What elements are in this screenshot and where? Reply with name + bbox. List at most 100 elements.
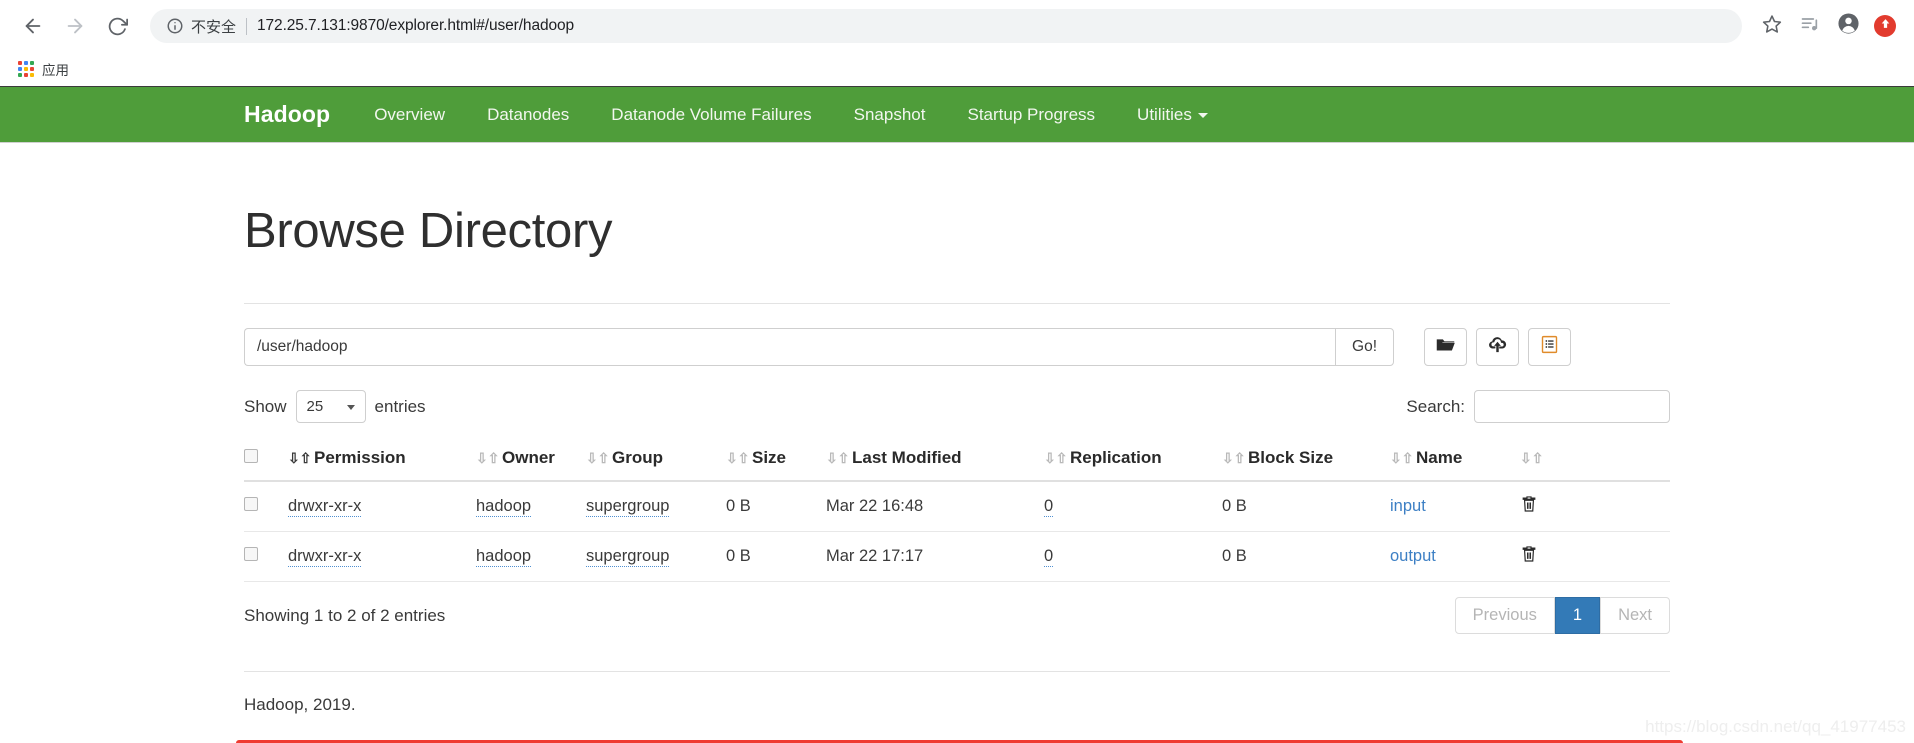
permission-value[interactable]: drwxr-xr-x: [288, 497, 362, 517]
arrow-right-icon: [64, 15, 86, 37]
row-checkbox[interactable]: [244, 547, 258, 561]
pagination-next[interactable]: Next: [1600, 597, 1670, 634]
column-header-last-modified[interactable]: ⇩⇧ Last Modified: [826, 440, 1044, 482]
search-label: Search:: [1406, 396, 1465, 416]
cell-last-modified: Mar 22 17:17: [826, 531, 1044, 582]
playlist-button[interactable]: [1792, 8, 1828, 44]
table-row[interactable]: drwxr-xr-x hadoop supergroup 0 B Mar 22 …: [244, 481, 1670, 532]
nav-item-datanodes[interactable]: Datanodes: [487, 105, 569, 125]
show-entries-control: Show 25 entries: [244, 390, 426, 423]
upload-files-icon: [1487, 334, 1508, 360]
column-header-size[interactable]: ⇩⇧ Size: [726, 440, 826, 482]
replication-value[interactable]: 0: [1044, 497, 1054, 517]
search-input[interactable]: [1474, 390, 1670, 423]
path-input[interactable]: [244, 328, 1336, 366]
select-all-checkbox[interactable]: [244, 449, 258, 463]
owner-value[interactable]: hadoop: [476, 497, 532, 517]
sort-icon: ⇩⇧: [586, 450, 610, 466]
column-header-block-size[interactable]: ⇩⇧ Block Size: [1222, 440, 1390, 482]
address-bar[interactable]: 不安全 172.25.7.131:9870/explorer.html#/use…: [150, 9, 1742, 43]
file-name-link[interactable]: output: [1390, 547, 1436, 565]
nav-item-utilities-label: Utilities: [1137, 104, 1192, 124]
pagination-previous[interactable]: Previous: [1454, 597, 1555, 634]
hadoop-navbar: Hadoop Overview Datanodes Datanode Volum…: [0, 86, 1914, 143]
cell-owner: hadoop: [476, 481, 586, 532]
group-value[interactable]: supergroup: [586, 547, 670, 567]
row-select-cell[interactable]: [244, 481, 288, 532]
column-header-actions[interactable]: ⇩⇧: [1520, 440, 1670, 482]
back-button[interactable]: [14, 7, 52, 45]
table-header-row: ⇩⇧ Permission ⇩⇧ Owner ⇩⇧ Group ⇩⇧ Size ⇩⇧ La…: [244, 440, 1670, 482]
pagination-page-1[interactable]: 1: [1554, 597, 1601, 634]
show-label: Show: [244, 396, 287, 416]
url-text: 172.25.7.131:9870/explorer.html#/user/ha…: [257, 17, 575, 34]
showing-entries-text: Showing 1 to 2 of 2 entries: [244, 605, 446, 625]
star-icon: [1762, 14, 1782, 39]
path-input-group: Go!: [244, 328, 1394, 366]
entries-select-wrapper: 25: [295, 390, 366, 423]
owner-value[interactable]: hadoop: [476, 547, 532, 567]
create-directory-icon: [1435, 334, 1456, 360]
extension-button[interactable]: [1874, 15, 1896, 37]
sort-asc-icon: ⇩⇧: [288, 450, 312, 466]
bookmark-apps-label[interactable]: 应用: [42, 59, 69, 79]
cell-last-modified: Mar 22 16:48: [826, 481, 1044, 532]
select-all-header[interactable]: [244, 440, 288, 482]
entries-select[interactable]: 25: [295, 390, 366, 423]
nav-item-overview[interactable]: Overview: [374, 105, 445, 125]
directory-action-buttons: [1424, 328, 1571, 366]
sort-icon: ⇩⇧: [476, 450, 500, 466]
row-checkbox[interactable]: [244, 497, 258, 511]
nav-item-utilities[interactable]: Utilities: [1137, 105, 1208, 125]
info-circle-icon[interactable]: [166, 17, 184, 35]
cell-replication: 0: [1044, 481, 1222, 532]
cell-owner: hadoop: [476, 531, 586, 582]
cell-size: 0 B: [726, 481, 826, 532]
account-avatar-icon: [1837, 12, 1860, 40]
go-button[interactable]: Go!: [1335, 328, 1394, 366]
cell-block-size: 0 B: [1222, 531, 1390, 582]
security-status-label: 不安全: [191, 18, 237, 36]
sort-icon: ⇩⇧: [1390, 450, 1414, 466]
create-directory-button[interactable]: [1424, 328, 1467, 366]
column-header-owner[interactable]: ⇩⇧ Owner: [476, 440, 586, 482]
column-header-owner-label: Owner: [502, 448, 555, 467]
table-row[interactable]: drwxr-xr-x hadoop supergroup 0 B Mar 22 …: [244, 531, 1670, 582]
table-footer: Showing 1 to 2 of 2 entries Previous 1 N…: [244, 597, 1670, 634]
nav-item-snapshot[interactable]: Snapshot: [854, 105, 926, 125]
browser-chrome: 不安全 172.25.7.131:9870/explorer.html#/use…: [0, 0, 1914, 86]
profile-button[interactable]: [1830, 8, 1866, 44]
bookmarks-bar: 应用: [0, 52, 1914, 86]
toolbar-right-icons: [1754, 8, 1900, 44]
cell-size: 0 B: [726, 531, 826, 582]
file-name-link[interactable]: input: [1390, 497, 1426, 515]
trash-icon[interactable]: [1520, 496, 1538, 517]
upload-files-button[interactable]: [1476, 328, 1519, 366]
cell-block-size: 0 B: [1222, 481, 1390, 532]
apps-grid-icon[interactable]: [18, 60, 34, 77]
brand-logo[interactable]: Hadoop: [244, 101, 330, 128]
cell-replication: 0: [1044, 531, 1222, 582]
cut-high-availability-button[interactable]: [1528, 328, 1571, 366]
permission-value[interactable]: drwxr-xr-x: [288, 547, 362, 567]
nav-item-datanode-volume-failures[interactable]: Datanode Volume Failures: [611, 105, 811, 125]
column-header-group[interactable]: ⇩⇧ Group: [586, 440, 726, 482]
footer-divider: [244, 671, 1670, 672]
cell-actions: [1520, 531, 1670, 582]
column-header-permission[interactable]: ⇩⇧ Permission: [288, 440, 476, 482]
title-divider: [244, 303, 1670, 304]
column-header-replication[interactable]: ⇩⇧ Replication: [1044, 440, 1222, 482]
path-row: Go!: [244, 328, 1670, 366]
group-value[interactable]: supergroup: [586, 497, 670, 517]
replication-value[interactable]: 0: [1044, 547, 1054, 567]
cell-actions: [1520, 481, 1670, 532]
bookmark-button[interactable]: [1754, 8, 1790, 44]
row-select-cell[interactable]: [244, 531, 288, 582]
reload-button[interactable]: [98, 7, 136, 45]
nav-item-startup-progress[interactable]: Startup Progress: [967, 105, 1095, 125]
column-header-name[interactable]: ⇩⇧ Name: [1390, 440, 1520, 482]
chevron-down-icon: [1197, 112, 1208, 118]
trash-icon[interactable]: [1520, 546, 1538, 567]
extension-badge-icon: [1879, 17, 1892, 35]
forward-button[interactable]: [56, 7, 94, 45]
